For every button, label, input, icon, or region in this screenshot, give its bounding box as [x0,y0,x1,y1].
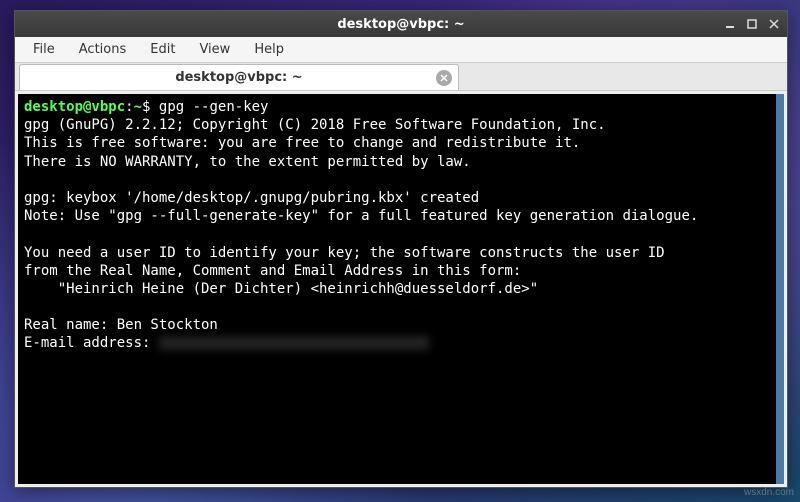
terminal-area[interactable]: desktop@vbpc:~$ gpg --gen-key gpg (GnuPG… [15,91,787,487]
terminal-line: gpg (GnuPG) 2.2.12; Copyright (C) 2018 F… [24,117,606,133]
scroll-thumb[interactable] [776,94,784,484]
terminal-line: "Heinrich Heine (Der Dichter) <heinrichh… [24,281,538,297]
menu-file[interactable]: File [21,38,67,61]
terminal-tab[interactable]: desktop@vbpc: ~ [19,64,459,90]
tabbar: desktop@vbpc: ~ [15,63,787,91]
terminal-line: There is NO WARRANTY, to the extent perm… [24,154,471,170]
window-title: desktop@vbpc: ~ [337,17,464,32]
terminal-scrollbar[interactable] [776,94,784,484]
email-label: E-mail address: [24,335,159,351]
menu-actions[interactable]: Actions [67,38,139,61]
tab-label: desktop@vbpc: ~ [175,70,302,85]
titlebar[interactable]: desktop@vbpc: ~ [15,11,787,37]
close-button[interactable] [765,15,783,33]
terminal-line: Note: Use "gpg --full-generate-key" for … [24,208,698,224]
tab-close-button[interactable] [436,70,452,86]
command-text: gpg --gen-key [159,99,269,115]
menubar: File Actions Edit View Help [15,37,787,63]
terminal-line: You need a user ID to identify your key;… [24,245,665,261]
prompt-colon: : [125,99,133,115]
real-name-value: Ben Stockton [117,317,218,333]
minimize-button[interactable] [721,15,739,33]
terminal-line: from the Real Name, Comment and Email Ad… [24,263,521,279]
watermark: wsxdn.com [744,487,794,498]
terminal-line: This is free software: you are free to c… [24,135,580,151]
real-name-label: Real name: [24,317,117,333]
prompt-path: ~ [134,99,142,115]
terminal-line: gpg: keybox '/home/desktop/.gnupg/pubrin… [24,190,479,206]
email-redacted [159,336,429,350]
menu-view[interactable]: View [187,38,242,61]
maximize-button[interactable] [743,15,761,33]
terminal-window: desktop@vbpc: ~ File Actions Edit View H… [14,10,788,488]
menu-edit[interactable]: Edit [138,38,187,61]
prompt-user: desktop@vbpc [24,99,125,115]
menu-help[interactable]: Help [242,38,296,61]
titlebar-controls [721,11,783,37]
prompt-symbol: $ [142,99,150,115]
